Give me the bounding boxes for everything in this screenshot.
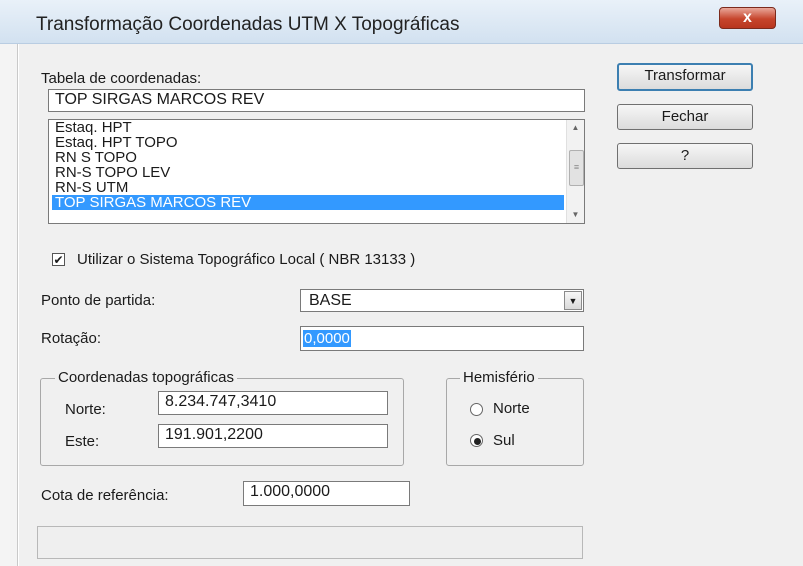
north-input[interactable]: 8.234.747,3410 — [158, 391, 388, 415]
hemisphere-north-radio[interactable] — [470, 403, 483, 416]
checkmark-icon: ✔ — [53, 253, 64, 267]
start-point-label: Ponto de partida: — [41, 292, 156, 309]
rotation-input[interactable]: 0,0000 — [300, 326, 584, 351]
title-bar[interactable]: Transformação Coordenadas UTM X Topográf… — [0, 0, 803, 44]
progress-bar — [37, 526, 583, 559]
table-listbox[interactable]: Estaq. HPT Estaq. HPT TOPO RN S TOPO RN-… — [48, 119, 585, 224]
list-item[interactable]: RN-S TOPO LEV — [52, 165, 564, 180]
transform-button[interactable]: Transformar — [617, 63, 753, 91]
radio-selected-dot — [474, 438, 481, 445]
start-point-select[interactable]: BASE ▼ — [300, 289, 584, 312]
start-point-value: BASE — [309, 292, 352, 309]
reference-elevation-label: Cota de referência: — [41, 487, 169, 504]
east-input[interactable]: 191.901,2200 — [158, 424, 388, 448]
table-name-input[interactable]: TOP SIRGAS MARCOS REV — [48, 89, 585, 112]
close-dialog-button[interactable]: Fechar — [617, 104, 753, 130]
north-label: Norte: — [65, 401, 106, 418]
help-button[interactable]: ? — [617, 143, 753, 169]
hemisphere-group — [446, 378, 584, 466]
list-item-selected[interactable]: TOP SIRGAS MARCOS REV — [52, 195, 564, 210]
window-left-border — [0, 44, 18, 566]
hemisphere-south-label[interactable]: Sul — [493, 432, 515, 449]
list-item[interactable]: Estaq. HPT TOPO — [52, 135, 564, 150]
close-button[interactable]: x — [719, 7, 776, 29]
east-label: Este: — [65, 433, 100, 450]
hemisphere-title: Hemisfério — [460, 369, 538, 386]
reference-elevation-input[interactable]: 1.000,0000 — [243, 481, 410, 506]
local-system-checkbox[interactable]: ✔ — [52, 253, 65, 266]
table-label: Tabela de coordenadas: — [41, 70, 202, 87]
window-title: Transformação Coordenadas UTM X Topográf… — [36, 14, 460, 35]
list-item[interactable]: RN S TOPO — [52, 150, 564, 165]
rotation-value: 0,0000 — [303, 330, 351, 347]
list-scrollbar[interactable]: ▲ ≡ ▼ — [566, 120, 584, 223]
hemisphere-north-label[interactable]: Norte — [493, 400, 530, 417]
scroll-up-icon[interactable]: ▲ — [567, 120, 584, 136]
hemisphere-south-radio[interactable] — [470, 434, 483, 447]
scroll-down-icon[interactable]: ▼ — [567, 207, 584, 223]
rotation-label: Rotação: — [41, 330, 102, 347]
chevron-down-icon[interactable]: ▼ — [564, 291, 582, 310]
list-item[interactable]: RN-S UTM — [52, 180, 564, 195]
local-system-label: Utilizar o Sistema Topográfico Local ( N… — [77, 251, 416, 268]
list-item[interactable]: Estaq. HPT — [52, 120, 564, 135]
scroll-thumb[interactable]: ≡ — [569, 150, 584, 186]
topo-coords-title: Coordenadas topográficas — [55, 369, 237, 386]
